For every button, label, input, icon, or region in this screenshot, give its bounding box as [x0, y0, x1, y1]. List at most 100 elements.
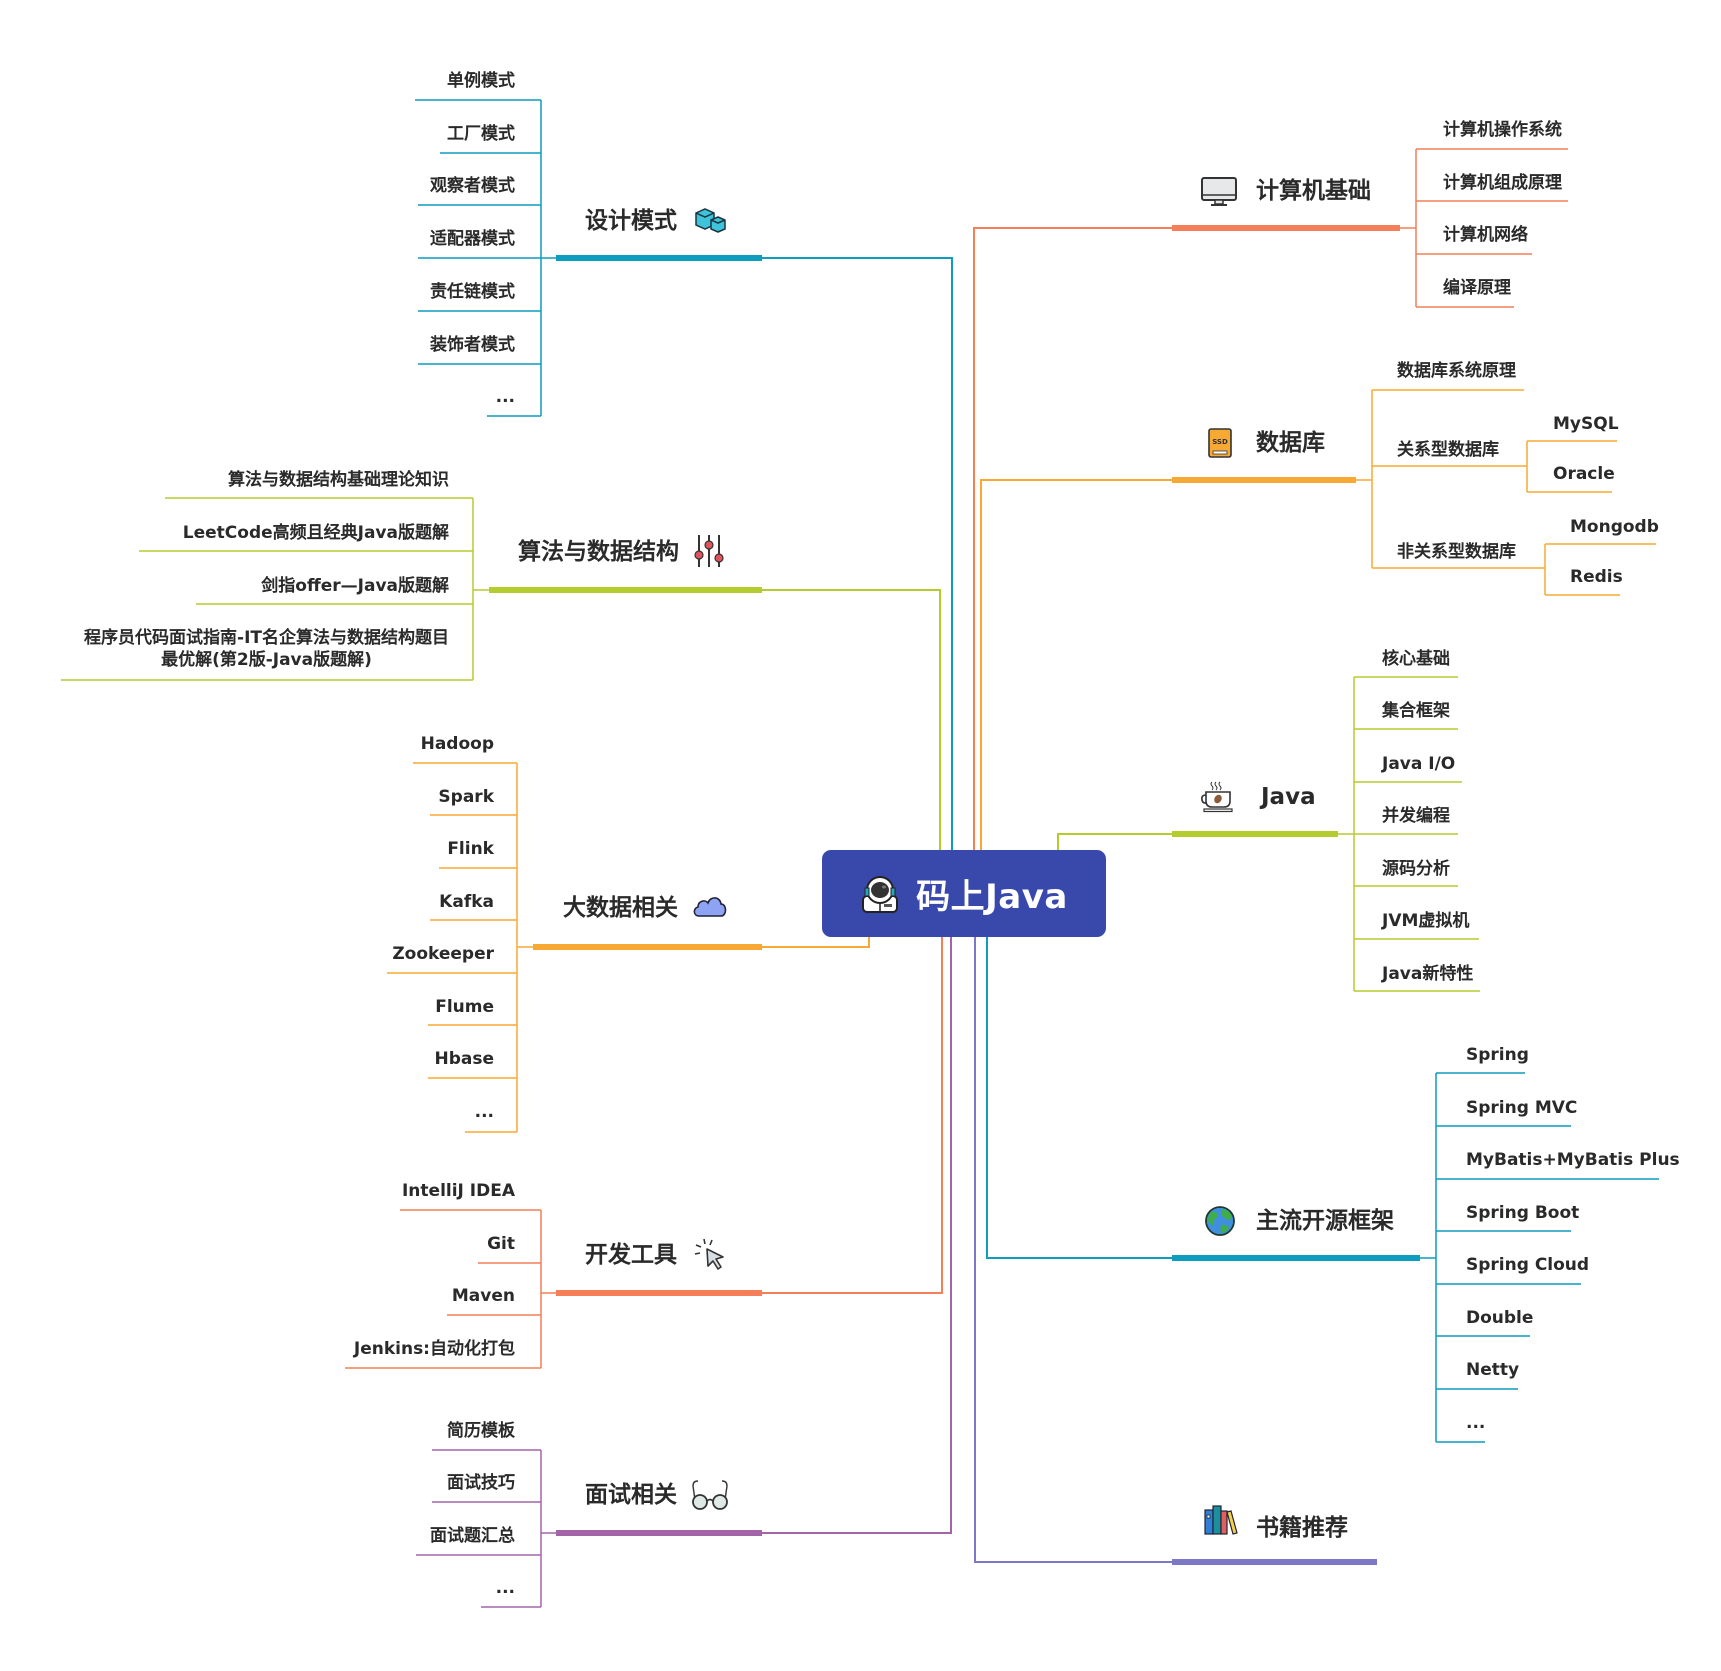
children-line-java: [1338, 676, 1480, 992]
leaf-java-6[interactable]: Java新特性: [1382, 963, 1473, 985]
leaf-design-5[interactable]: 装饰者模式: [430, 334, 515, 356]
connector-java: [1057, 833, 1172, 850]
leaf-bigdata-2[interactable]: Flink: [447, 838, 494, 860]
leaf-frameworks-5[interactable]: Double: [1466, 1307, 1533, 1329]
leaf-bigdata-4[interactable]: Zookeeper: [392, 943, 494, 965]
branch-label-frameworks: 主流开源框架: [1256, 1208, 1394, 1234]
bar-frameworks: [1172, 1255, 1420, 1261]
leaf-design-2[interactable]: 观察者模式: [430, 175, 515, 197]
leaf-db-nonrel-1[interactable]: Redis: [1570, 566, 1623, 588]
leaf-bigdata-6[interactable]: Hbase: [434, 1048, 494, 1070]
cubes-icon: [695, 208, 726, 233]
monitor-icon: [1201, 177, 1237, 206]
leaf-java-3[interactable]: 并发编程: [1382, 805, 1450, 827]
root-node[interactable]: 码上Java: [822, 850, 1106, 937]
leaf-frameworks-0[interactable]: Spring: [1466, 1044, 1529, 1066]
leaf-design-3[interactable]: 适配器模式: [430, 228, 515, 250]
bar-algo: [489, 587, 762, 593]
branch-label-tools: 开发工具: [585, 1242, 677, 1268]
connector-books: [974, 937, 1172, 1563]
glasses-icon: [692, 1480, 728, 1510]
leaf-cs-2[interactable]: 计算机网络: [1443, 224, 1528, 246]
leaf-java-1[interactable]: 集合框架: [1382, 700, 1450, 722]
leaf-bigdata-3[interactable]: Kafka: [439, 891, 494, 913]
branch-label-java: Java: [1261, 784, 1316, 810]
leaf-db-rel-0[interactable]: MySQL: [1553, 413, 1619, 435]
connector-cs: [973, 227, 1172, 850]
branch-label-cs: 计算机基础: [1256, 178, 1371, 204]
children-line-design: [415, 99, 556, 417]
astronaut-icon: [862, 875, 899, 913]
coffee-cup-icon: [1201, 781, 1233, 813]
cloud-icon: [693, 897, 727, 917]
leaf-db-0[interactable]: 数据库系统原理: [1397, 360, 1516, 382]
leaf-tools-0[interactable]: IntelliJ IDEA: [402, 1180, 515, 1202]
connector-bigdata: [762, 937, 870, 948]
leaf-java-0[interactable]: 核心基础: [1382, 648, 1450, 670]
leaf-frameworks-3[interactable]: Spring Boot: [1466, 1202, 1579, 1224]
branch-label-design: 设计模式: [585, 208, 677, 234]
svg-text:SSD: SSD: [1212, 438, 1228, 446]
leaf-algo-0[interactable]: 算法与数据结构基础理论知识: [228, 469, 449, 491]
mindmap-connectors: [61, 99, 1659, 1608]
bar-interview: [556, 1530, 762, 1536]
leaf-bigdata-1[interactable]: Spark: [438, 786, 494, 808]
bar-design: [556, 255, 762, 261]
leaf-algo-3[interactable]: 程序员代码面试指南-IT名企算法与数据结构题目 最优解(第2版-Java版题解): [84, 627, 449, 671]
leaf-interview-3[interactable]: ...: [496, 1577, 515, 1599]
leaf-java-2[interactable]: Java I/O: [1382, 753, 1455, 775]
leaf-interview-2[interactable]: 面试题汇总: [430, 1525, 515, 1547]
leaf-cs-0[interactable]: 计算机操作系统: [1443, 119, 1562, 141]
leaf-db-nonrel-0[interactable]: Mongodb: [1570, 516, 1659, 538]
leaf-interview-1[interactable]: 面试技巧: [447, 1472, 515, 1494]
leaf-design-6[interactable]: ...: [496, 386, 515, 408]
bar-books: [1172, 1559, 1377, 1565]
leaf-algo-1[interactable]: LeetCode高频且经典Java版题解: [183, 522, 449, 544]
branch-label-interview: 面试相关: [585, 1482, 677, 1508]
leaf-algo-3-line2: 最优解(第2版-Java版题解): [161, 650, 372, 670]
leaf-bigdata-5[interactable]: Flume: [435, 996, 494, 1018]
leaf-tools-2[interactable]: Maven: [452, 1285, 515, 1307]
leaf-db-2[interactable]: 非关系型数据库: [1397, 541, 1516, 563]
connector-design: [762, 257, 953, 850]
leaf-bigdata-0[interactable]: Hadoop: [421, 733, 494, 755]
ssd-icon: SSD: [1208, 428, 1232, 458]
leaf-frameworks-7[interactable]: ...: [1466, 1412, 1485, 1434]
leaf-db-1[interactable]: 关系型数据库: [1397, 439, 1499, 461]
leaf-design-1[interactable]: 工厂模式: [447, 123, 515, 145]
connector-db: [980, 479, 1172, 850]
leaf-bigdata-7[interactable]: ...: [475, 1101, 494, 1123]
leaf-interview-0[interactable]: 简历模板: [447, 1420, 515, 1442]
bar-db: [1172, 477, 1356, 483]
connector-interview: [762, 937, 952, 1534]
leaf-db-rel-1[interactable]: Oracle: [1553, 463, 1615, 485]
leaf-frameworks-4[interactable]: Spring Cloud: [1466, 1254, 1589, 1276]
leaf-frameworks-1[interactable]: Spring MVC: [1466, 1097, 1577, 1119]
leaf-java-4[interactable]: 源码分析: [1382, 858, 1450, 880]
leaf-algo-3-line1: 程序员代码面试指南-IT名企算法与数据结构题目: [84, 628, 449, 648]
globe-icon: [1205, 1206, 1235, 1236]
bar-tools: [556, 1290, 762, 1296]
leaf-frameworks-2[interactable]: MyBatis+MyBatis Plus: [1466, 1149, 1680, 1171]
books-icon: [1204, 1505, 1238, 1535]
leaf-tools-1[interactable]: Git: [487, 1233, 515, 1255]
leaf-cs-3[interactable]: 编译原理: [1443, 277, 1511, 299]
bar-bigdata: [533, 944, 762, 950]
branch-label-algo: 算法与数据结构: [518, 539, 679, 565]
leaf-design-4[interactable]: 责任链模式: [430, 281, 515, 303]
leaf-cs-1[interactable]: 计算机组成原理: [1443, 172, 1562, 194]
sliders-icon: [694, 535, 724, 567]
bar-cs: [1172, 225, 1400, 231]
leaf-tools-3[interactable]: Jenkins:自动化打包: [354, 1338, 515, 1360]
leaf-design-0[interactable]: 单例模式: [447, 70, 515, 92]
connector-frameworks: [986, 937, 1172, 1259]
connector-tools: [762, 937, 943, 1294]
connector-algo: [762, 589, 941, 850]
leaf-java-5[interactable]: JVM虚拟机: [1382, 910, 1469, 932]
branch-label-books: 书籍推荐: [1256, 1515, 1348, 1541]
root-title: 码上Java: [916, 877, 1068, 917]
cursor-click-icon: [694, 1238, 724, 1270]
leaf-algo-2[interactable]: 剑指offer—Java版题解: [261, 575, 449, 597]
branch-label-db: 数据库: [1256, 430, 1325, 456]
leaf-frameworks-6[interactable]: Netty: [1466, 1359, 1519, 1381]
